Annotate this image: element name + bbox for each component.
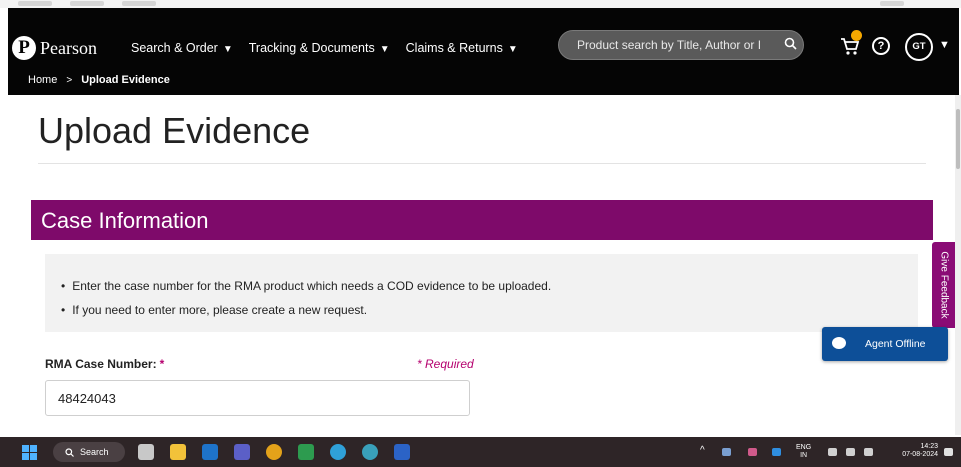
clock-time: 14:23 <box>920 443 938 450</box>
browser-page: P Pearson Search & Order ▼ Tracking & Doc… <box>0 0 961 467</box>
help-icon[interactable]: ? <box>872 37 890 55</box>
task-view-icon[interactable] <box>138 444 154 460</box>
required-star: * <box>159 357 165 371</box>
word-icon[interactable] <box>394 444 410 460</box>
nav-label: Claims & Returns <box>405 41 503 55</box>
windows-taskbar: Search ^ ENG IN 14:23 07-08-2024 <box>0 437 961 467</box>
language-code: ENG <box>796 444 812 451</box>
chat-bubble-icon <box>832 337 846 349</box>
user-avatar[interactable]: GT <box>905 33 933 61</box>
window-tab-stub <box>70 1 104 6</box>
chrome-icon[interactable] <box>266 444 282 460</box>
give-feedback-tab[interactable]: Give Feedback <box>932 242 956 328</box>
breadcrumb: Home > Upload Evidence <box>28 74 170 86</box>
logo-mark: P <box>12 36 36 60</box>
display-icon[interactable] <box>828 448 837 456</box>
page-title: Upload Evidence <box>38 110 311 151</box>
taskbar-search-label: Search <box>80 447 109 457</box>
instruction-item: Enter the case number for the RMA produc… <box>61 279 551 293</box>
cart-icon[interactable] <box>840 30 862 56</box>
teams-icon[interactable] <box>234 444 250 460</box>
battery-icon[interactable] <box>864 448 873 456</box>
edge-icon[interactable] <box>330 444 346 460</box>
clock[interactable]: 14:23 07-08-2024 <box>888 443 938 459</box>
excel-icon[interactable] <box>298 444 314 460</box>
instruction-item: If you need to enter more, please create… <box>61 303 367 317</box>
pearson-logo[interactable]: P Pearson <box>12 36 97 60</box>
rma-case-number-label: RMA Case Number: * <box>45 357 164 371</box>
search-icon <box>65 447 74 457</box>
page-scrollbar[interactable] <box>955 95 961 435</box>
file-explorer-icon[interactable] <box>170 444 186 460</box>
logo-text: Pearson <box>40 37 97 58</box>
required-note: * Required <box>417 357 474 371</box>
window-tab-stub <box>18 1 52 6</box>
chevron-up-icon[interactable]: ^ <box>700 446 705 456</box>
region-code: IN <box>800 452 808 459</box>
rma-case-number-input[interactable] <box>45 380 470 416</box>
site-header: P Pearson Search & Order ▼ Tracking & Doc… <box>8 8 959 95</box>
onedrive-icon[interactable] <box>772 448 781 456</box>
nav-search-order[interactable]: Search & Order ▼ <box>131 41 233 55</box>
breadcrumb-current: Upload Evidence <box>81 74 170 86</box>
section-title: Case Information <box>41 208 209 233</box>
chevron-down-icon: ▼ <box>379 44 390 55</box>
instructions-box: Enter the case number for the RMA produc… <box>45 254 918 332</box>
agent-status: Agent Offline <box>865 338 926 350</box>
window-control-stub <box>880 1 904 6</box>
product-search[interactable]: Product search by Title, Author or I <box>558 30 804 60</box>
language-indicator[interactable]: ENG IN <box>796 444 811 460</box>
nav-claims-returns[interactable]: Claims & Returns ▼ <box>406 41 518 55</box>
window-strip <box>0 0 961 8</box>
windows-start-icon[interactable] <box>22 445 37 460</box>
taskbar-search[interactable]: Search <box>53 442 125 462</box>
title-divider <box>38 163 926 164</box>
clock-date: 07-08-2024 <box>902 451 938 458</box>
breadcrumb-separator: > <box>66 74 73 86</box>
chevron-down-icon: ▼ <box>507 44 518 55</box>
main-nav: Search & Order ▼ Tracking & Documents ▼ Cl… <box>131 41 534 55</box>
nav-label: Search & Order <box>131 41 218 55</box>
search-icon[interactable] <box>777 37 803 53</box>
window-tab-stub <box>122 1 156 6</box>
case-information-header: Case Information <box>31 200 933 240</box>
chevron-down-icon[interactable]: ▼ <box>939 39 950 51</box>
field-label-text: RMA Case Number: <box>45 357 157 371</box>
tray-app-icon[interactable] <box>748 448 757 456</box>
tray-app-icon[interactable] <box>722 448 731 456</box>
outlook-icon[interactable] <box>202 444 218 460</box>
notification-bell-icon[interactable] <box>944 448 953 456</box>
search-input[interactable]: Product search by Title, Author or I <box>559 38 777 52</box>
chevron-down-icon: ▼ <box>222 44 233 55</box>
breadcrumb-home[interactable]: Home <box>28 74 57 86</box>
nav-tracking-documents[interactable]: Tracking & Documents ▼ <box>249 41 390 55</box>
cart-badge <box>851 30 862 41</box>
nav-label: Tracking & Documents <box>248 41 375 55</box>
scroll-thumb[interactable] <box>956 109 960 169</box>
agent-chat-widget[interactable]: Agent Offline <box>822 327 948 361</box>
feedback-label: Give Feedback <box>938 251 950 319</box>
browser-icon[interactable] <box>362 444 378 460</box>
volume-icon[interactable] <box>846 448 855 456</box>
